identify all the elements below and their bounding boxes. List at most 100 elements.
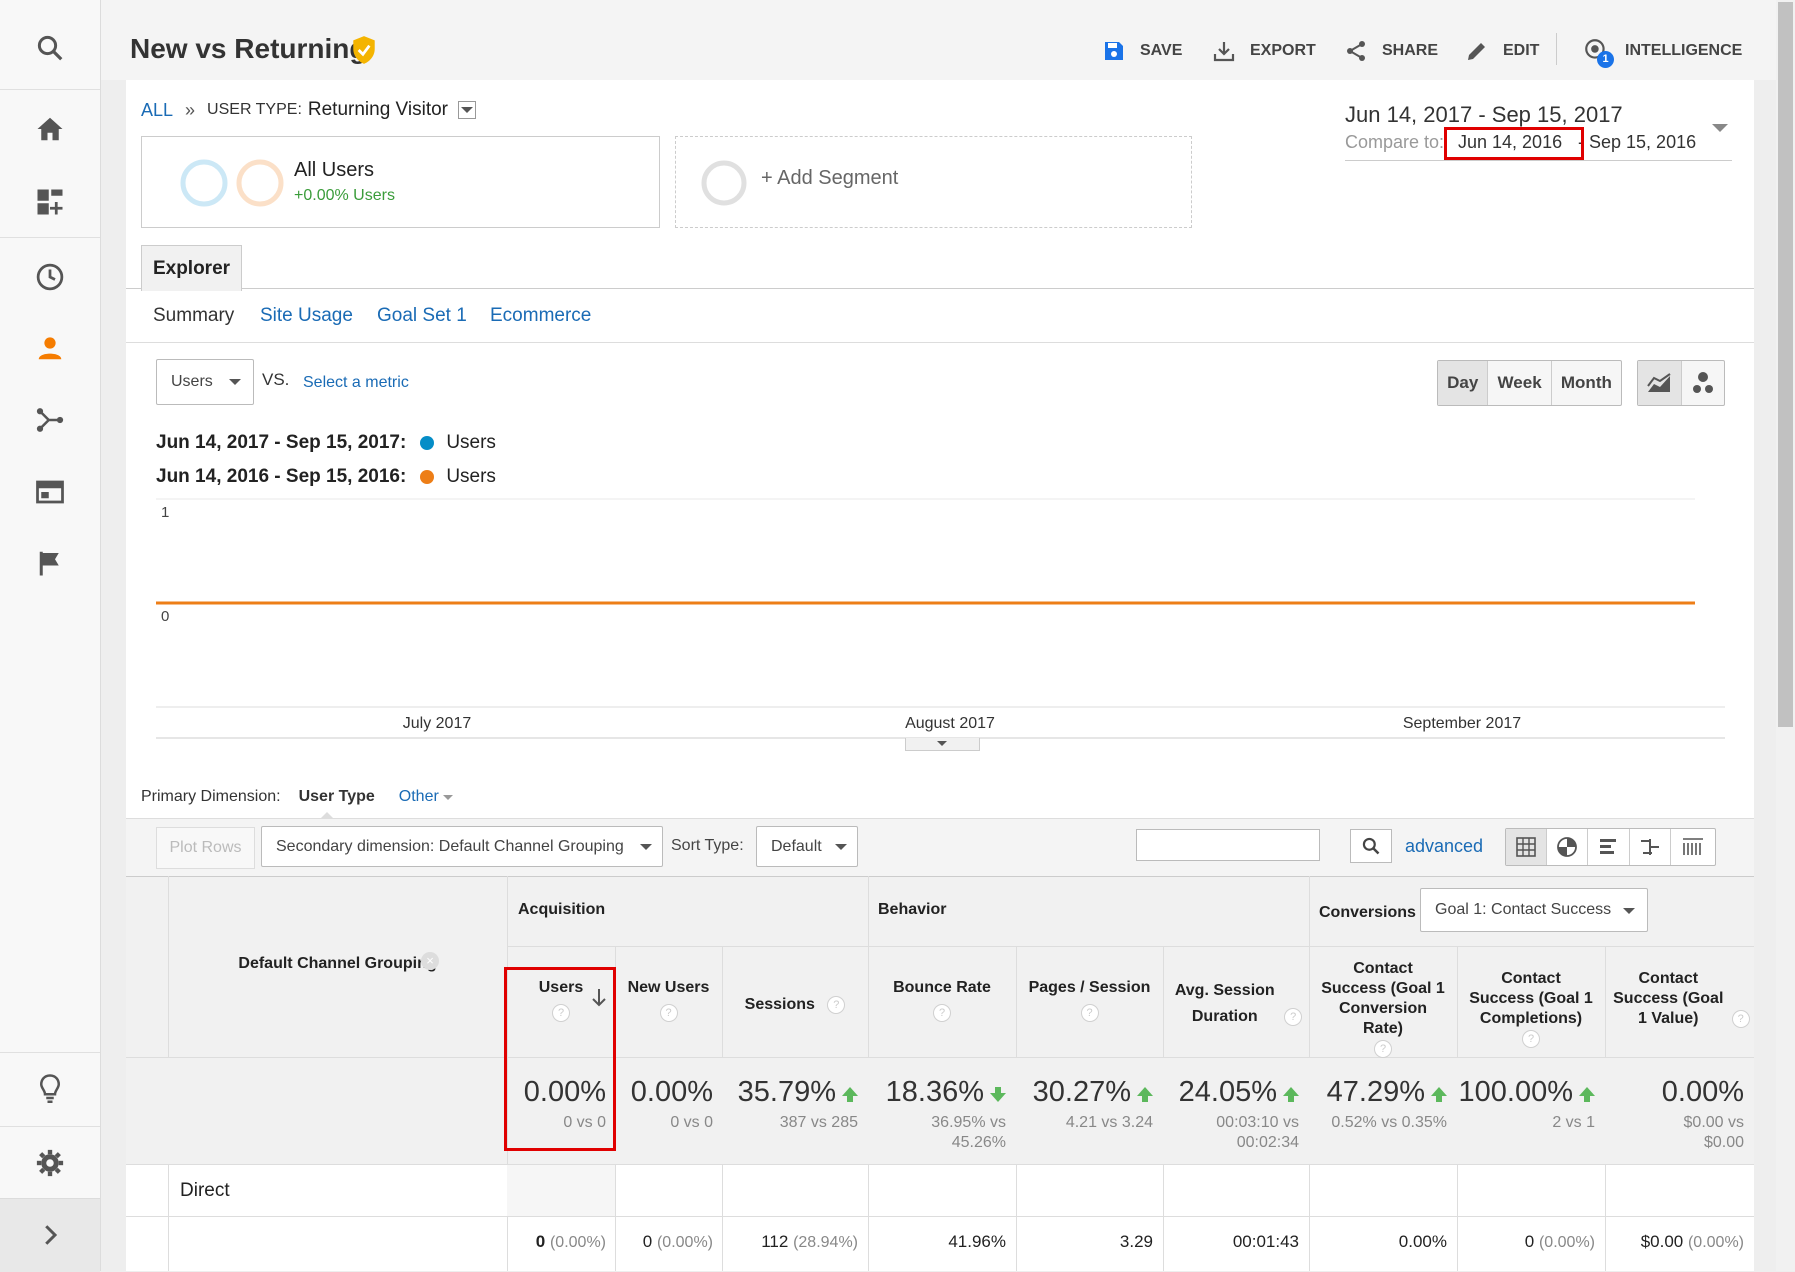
row-avg-session-duration: 00:01:43 (1232, 1232, 1299, 1251)
help-icon[interactable]: ? (1731, 1009, 1750, 1028)
motion-chart-button[interactable] (1682, 361, 1725, 405)
col-goal1-value[interactable]: Contact Success (Goal 1 Value) ? (1605, 969, 1754, 1029)
goal-select[interactable]: Goal 1: Contact Success (1420, 888, 1648, 932)
group-behavior: Behavior (878, 901, 947, 918)
behavior-icon[interactable] (0, 457, 100, 527)
help-icon[interactable]: ? (1522, 1029, 1540, 1048)
segment-all-users[interactable]: All Users +0.00% Users (141, 136, 660, 228)
chart-collapse-handle[interactable] (905, 738, 980, 751)
scrollbar-thumb[interactable] (1778, 2, 1793, 727)
term-cloud-view-button[interactable] (1671, 829, 1715, 865)
gear-icon[interactable] (0, 1128, 100, 1198)
tab-explorer[interactable]: Explorer (141, 245, 242, 291)
scrollbar[interactable] (1776, 0, 1795, 1271)
row-label-direct[interactable]: Direct (180, 1180, 230, 1202)
share-button[interactable]: SHARE (1344, 36, 1438, 66)
subtab-goal-set-1[interactable]: Goal Set 1 (377, 305, 467, 327)
export-label: EXPORT (1250, 42, 1316, 59)
chevron-right-icon[interactable] (0, 1200, 100, 1270)
save-button[interactable]: SAVE (1102, 36, 1182, 66)
day-button[interactable]: Day (1438, 361, 1489, 405)
col-avg-session-duration[interactable]: Avg. Session Duration ? (1163, 978, 1309, 1030)
breadcrumb-all-link[interactable]: ALL (141, 100, 173, 121)
lightbulb-icon[interactable] (0, 1053, 100, 1123)
col-goal1-completions[interactable]: Contact Success (Goal 1 Completions) ? (1457, 969, 1605, 1049)
breadcrumb-dropdown[interactable] (458, 101, 476, 119)
subtab-ecommerce[interactable]: Ecommerce (490, 305, 591, 327)
help-icon[interactable]: ? (1284, 1007, 1303, 1026)
help-icon[interactable]: ? (659, 1004, 678, 1022)
metric-select[interactable]: Users (156, 359, 254, 405)
week-button[interactable]: Week (1488, 361, 1552, 405)
table-search-button[interactable] (1350, 829, 1392, 863)
breadcrumb-dimension-value: Returning Visitor (307, 99, 448, 120)
line-chart-icon (1647, 373, 1671, 392)
search-icon[interactable] (0, 13, 100, 83)
percentage-view-button[interactable] (1547, 829, 1589, 865)
total-sessions-compare: 387 vs 285 (779, 1114, 858, 1131)
secondary-dimension-select[interactable]: Secondary dimension: Default Channel Gro… (261, 826, 663, 867)
dimension-column-header[interactable]: Default Channel Grouping (168, 954, 507, 974)
total-sessions-value: 35.79% (737, 1076, 836, 1108)
primary-dimension-user-type[interactable]: User Type (299, 788, 375, 806)
month-button[interactable]: Month (1552, 361, 1621, 405)
segment-change: +0.00% Users (294, 187, 395, 204)
export-icon (1213, 42, 1235, 62)
help-icon[interactable]: ? (1374, 1039, 1392, 1058)
help-icon[interactable]: ? (827, 995, 846, 1014)
pie-chart-icon (1557, 837, 1578, 857)
export-button[interactable]: EXPORT (1212, 36, 1316, 66)
line-chart-button[interactable] (1638, 361, 1682, 405)
col-bounce-rate[interactable]: Bounce Rate ? (868, 978, 1016, 1022)
total-avg-session-duration-value: 24.05% (1178, 1076, 1277, 1108)
home-icon[interactable] (0, 94, 100, 164)
sort-type-value: Default (771, 837, 822, 855)
total-goal1-value: 0.00% $0.00 vs $0.00 (1605, 1076, 1744, 1153)
select-metric-link[interactable]: Select a metric (303, 374, 409, 392)
acquisition-icon[interactable] (0, 385, 100, 455)
users-column-highlight (504, 967, 616, 1151)
total-goal1-value-value: 0.00% (1661, 1076, 1744, 1108)
increase-arrow-icon (1431, 1086, 1447, 1102)
subtab-site-usage[interactable]: Site Usage (260, 305, 353, 327)
plot-rows-button[interactable]: Plot Rows (156, 827, 255, 869)
total-avg-session-duration-compare: 00:03:10 vs 00:02:34 (1216, 1114, 1299, 1151)
help-icon[interactable]: ? (933, 1004, 951, 1022)
row-sessions: 112 (28.94%) (722, 1232, 858, 1252)
edit-button[interactable]: EDIT (1465, 36, 1539, 66)
help-icon[interactable]: ? (1080, 1004, 1099, 1022)
total-goal1-completions-compare: 2 vs 1 (1552, 1114, 1595, 1131)
col-goal1-conversion-rate[interactable]: Contact Success (Goal 1 Conversion Rate)… (1309, 959, 1457, 1059)
row-goal1-value-pct: (0.00%) (1687, 1234, 1744, 1251)
col-pages-session[interactable]: Pages / Session ? (1016, 978, 1163, 1022)
segment-name: All Users (294, 159, 375, 181)
row-bounce-rate: 41.96% (948, 1232, 1006, 1251)
col-sessions[interactable]: Sessions ? (722, 995, 868, 1015)
flag-icon[interactable] (0, 528, 100, 598)
remove-dimension-icon[interactable]: × (421, 952, 439, 970)
performance-view-button[interactable] (1588, 829, 1630, 865)
intelligence-button[interactable]: 1 INTELLIGENCE (1583, 36, 1742, 68)
table-search-input[interactable] (1136, 829, 1320, 861)
comparison-view-button[interactable] (1630, 829, 1671, 865)
total-new-users: 0.00% 0 vs 0 (615, 1076, 713, 1133)
person-icon[interactable] (0, 313, 100, 383)
clock-icon[interactable] (0, 242, 100, 312)
sort-type-select[interactable]: Default (756, 826, 858, 867)
col-new-users[interactable]: New Users ? (615, 978, 722, 1022)
total-pages-session-compare: 4.21 vs 3.24 (1065, 1114, 1153, 1131)
col-sessions-label: Sessions (744, 996, 815, 1013)
dashboard-add-icon[interactable] (0, 167, 100, 237)
group-acquisition: Acquisition (518, 901, 606, 918)
row-new-users-value: 0 (642, 1232, 653, 1251)
add-segment-label: + Add Segment (761, 167, 899, 189)
primary-dimension-other[interactable]: Other (399, 788, 439, 806)
add-segment[interactable]: + Add Segment (675, 136, 1192, 228)
date-range-primary[interactable]: Jun 14, 2017 - Sep 15, 2017 (1345, 102, 1623, 128)
legend-current-range: Jun 14, 2017 - Sep 15, 2017: (156, 432, 407, 453)
subtab-summary[interactable]: Summary (153, 305, 234, 327)
date-range-dropdown[interactable] (1712, 124, 1728, 132)
data-view-button[interactable] (1506, 829, 1548, 865)
advanced-filter-link[interactable]: advanced (1405, 836, 1483, 857)
search-icon (1362, 837, 1380, 855)
